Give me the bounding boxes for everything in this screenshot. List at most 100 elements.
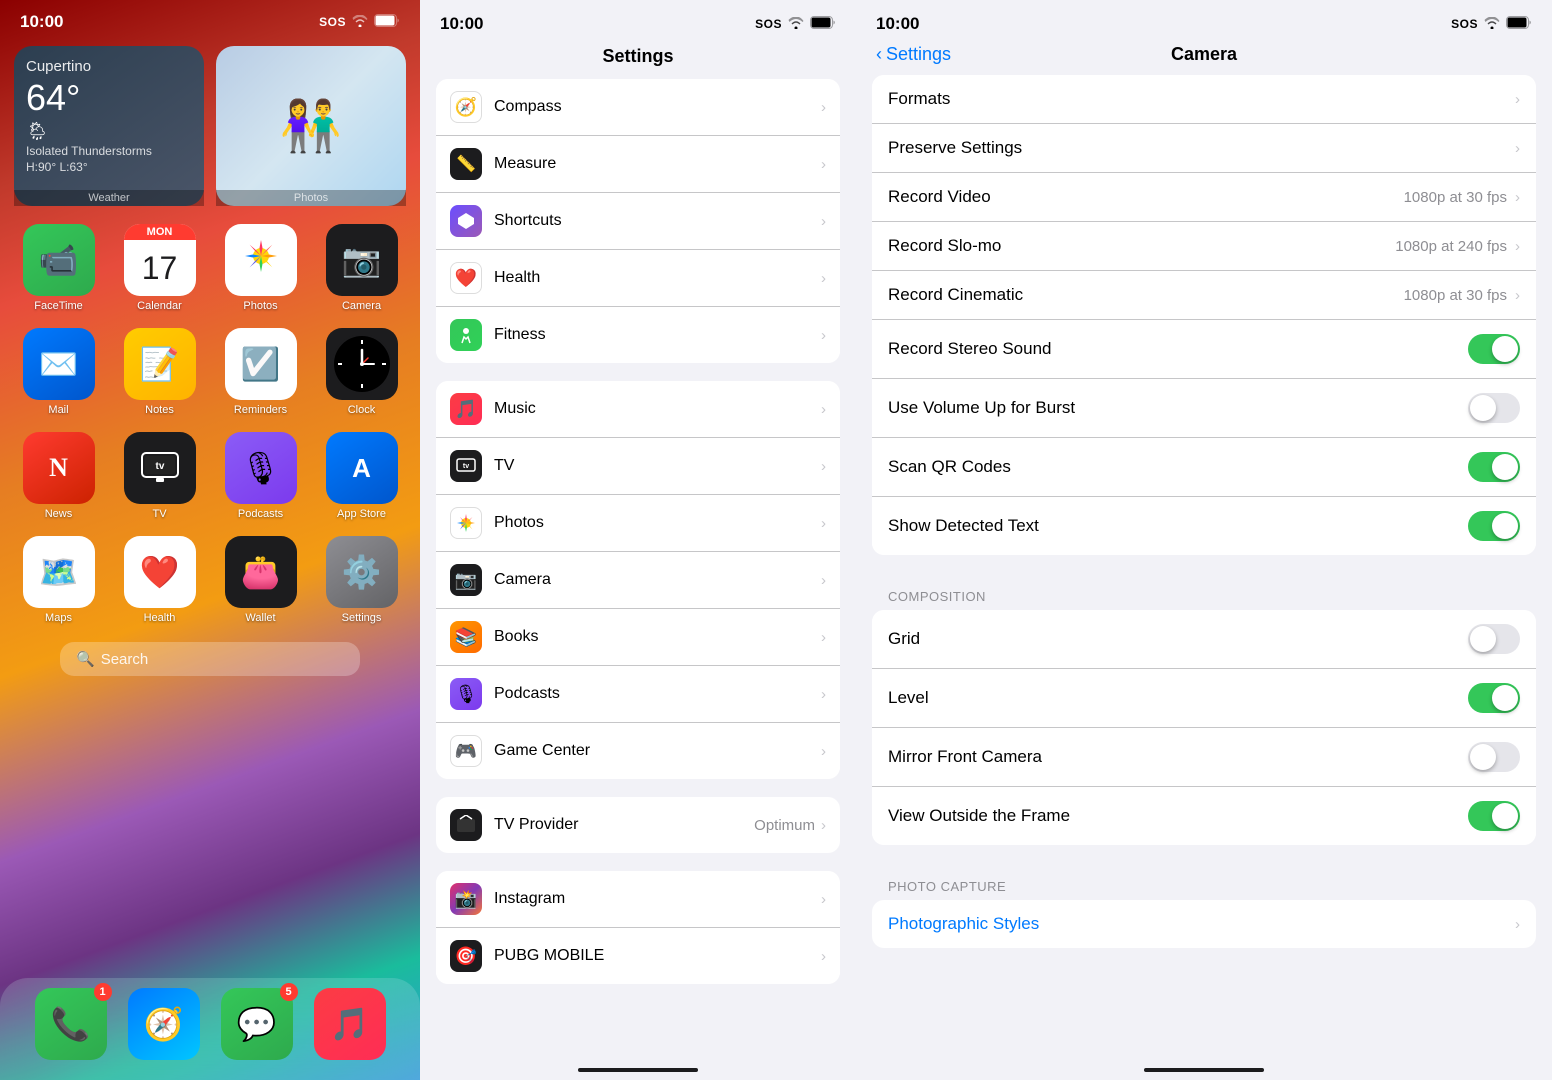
camera-row-record-cinematic[interactable]: Record Cinematic 1080p at 30 fps › [872,271,1536,320]
tv-settings-label: TV [494,457,821,475]
instagram-settings-icon: 📸 [450,883,482,915]
settings-row-books[interactable]: 📚 Books › [436,609,840,666]
app-camera[interactable]: 📷 Camera [319,224,404,312]
settings-row-tvprovider[interactable]: TV Provider Optimum › [436,797,840,853]
formats-label: Formats [888,89,1515,109]
app-appstore[interactable]: A App Store [319,432,404,520]
gamecenter-settings-icon: 🎮 [450,735,482,767]
record-video-label: Record Video [888,187,1404,207]
settings-row-gamecenter[interactable]: 🎮 Game Center › [436,723,840,779]
photos-widget[interactable]: 👫 Photos [216,46,406,206]
news-icon: N [49,453,68,483]
app-calendar[interactable]: MON 17 Calendar [117,224,202,312]
settings-back-button[interactable]: ‹ Settings [876,44,951,65]
stereo-toggle[interactable] [1468,334,1520,364]
settings-icon: ⚙️ [342,553,382,591]
pubg-label: PUBG MOBILE [494,947,821,965]
mirror-front-label: Mirror Front Camera [888,747,1468,767]
dock-messages[interactable]: 💬 5 [221,988,293,1060]
settings-scroll-area[interactable]: 🧭 Compass › 📏 Measure › Shortcuts › ❤️ [420,79,856,1068]
weather-description: Isolated Thunderstorms H:90° L:63° [26,144,192,175]
camera-row-record-slomo[interactable]: Record Slo-mo 1080p at 240 fps › [872,222,1536,271]
app-maps[interactable]: 🗺️ Maps [16,536,101,624]
camera-section-main: Formats › Preserve Settings › Record Vid… [872,75,1536,555]
photo-capture-section-header: PHOTO CAPTURE [856,863,1552,900]
settings-row-health[interactable]: ❤️ Health › [436,250,840,307]
camera-row-formats[interactable]: Formats › [872,75,1536,124]
fitness-label: Fitness [494,326,821,344]
weather-city: Cupertino [26,58,192,75]
app-podcasts[interactable]: 🎙 Podcasts [218,432,303,520]
settings-row-tv[interactable]: tv TV › [436,438,840,495]
settings-row-instagram[interactable]: 📸 Instagram › [436,871,840,928]
dock-phone[interactable]: 📞 1 [35,988,107,1060]
camera-row-photo-styles[interactable]: Photographic Styles › [872,900,1536,948]
settings-row-podcasts[interactable]: 🎙 Podcasts › [436,666,840,723]
mail-icon: ✉️ [39,345,79,383]
settings-row-photos[interactable]: Photos › [436,495,840,552]
app-notes[interactable]: 📝 Notes [117,328,202,416]
mirror-front-toggle[interactable] [1468,742,1520,772]
compass-label: Compass [494,98,821,116]
books-chevron: › [821,629,826,646]
settings-section-utilities: 🧭 Compass › 📏 Measure › Shortcuts › ❤️ [436,79,840,363]
settings-section-media: 🎵 Music › tv TV › [436,381,840,779]
app-health[interactable]: ❤️ Health [117,536,202,624]
appstore-icon: A [352,453,371,484]
level-toggle[interactable] [1468,683,1520,713]
podcasts-settings-icon: 🎙 [450,678,482,710]
settings-row-music[interactable]: 🎵 Music › [436,381,840,438]
weather-widget[interactable]: Cupertino 64° 🌦 Isolated Thunderstorms H… [14,46,204,206]
settings-row-camera[interactable]: 📷 Camera › [436,552,840,609]
fitness-settings-icon [450,319,482,351]
dock-music[interactable]: 🎵 [314,988,386,1060]
app-clock[interactable]: Clock [319,328,404,416]
podcasts-icon: 🎙 [240,449,281,487]
weather-condition-icon: 🌦 [26,121,192,142]
fitness-chevron: › [821,327,826,344]
grid-toggle[interactable] [1468,624,1520,654]
calendar-icon[interactable]: MON 17 [124,224,196,296]
view-outside-toggle[interactable] [1468,801,1520,831]
app-wallet[interactable]: 👛 Wallet [218,536,303,624]
camera-row-preserve[interactable]: Preserve Settings › [872,124,1536,173]
instagram-label: Instagram [494,890,821,908]
volume-burst-label: Use Volume Up for Burst [888,398,1468,418]
camera-sos: SOS [1451,17,1478,31]
app-tv[interactable]: tv TV [117,432,202,520]
scan-qr-toggle[interactable] [1468,452,1520,482]
app-photos[interactable]: Photos [218,224,303,312]
health-settings-icon: ❤️ [450,262,482,294]
settings-row-compass[interactable]: 🧭 Compass › [436,79,840,136]
settings-section-provider: TV Provider Optimum › [436,797,840,853]
tv-app-icon: tv [141,452,179,484]
photos-widget-label: Photos [216,190,406,206]
settings-row-measure[interactable]: 📏 Measure › [436,136,840,193]
settings-row-shortcuts[interactable]: Shortcuts › [436,193,840,250]
tvprovider-settings-icon [450,809,482,841]
dock-safari[interactable]: 🧭 [128,988,200,1060]
app-news[interactable]: N News [16,432,101,520]
volume-burst-toggle[interactable] [1468,393,1520,423]
camera-settings-label: Camera [494,571,821,589]
settings-home-indicator [578,1068,698,1072]
app-mail[interactable]: ✉️ Mail [16,328,101,416]
camera-row-record-video[interactable]: Record Video 1080p at 30 fps › [872,173,1536,222]
stereo-label: Record Stereo Sound [888,339,1468,359]
app-facetime[interactable]: 📹 FaceTime [16,224,101,312]
app-settings[interactable]: ⚙️ Settings [319,536,404,624]
settings-row-pubg[interactable]: 🎯 PUBG MOBILE › [436,928,840,984]
show-detected-toggle[interactable] [1468,511,1520,541]
record-video-value: 1080p at 30 fps [1404,189,1507,206]
books-settings-icon: 📚 [450,621,482,653]
settings-row-fitness[interactable]: Fitness › [436,307,840,363]
search-bar[interactable]: 🔍 Search [60,642,360,676]
notes-label: Notes [145,404,174,416]
settings-label: Settings [342,612,382,624]
show-detected-label: Show Detected Text [888,516,1468,536]
camera-scroll-area[interactable]: Formats › Preserve Settings › Record Vid… [856,75,1552,1068]
record-cinematic-value: 1080p at 30 fps [1404,287,1507,304]
app-dock: 📞 1 🧭 💬 5 🎵 [0,978,420,1080]
app-reminders[interactable]: ☑️ Reminders [218,328,303,416]
record-slomo-label: Record Slo-mo [888,236,1395,256]
